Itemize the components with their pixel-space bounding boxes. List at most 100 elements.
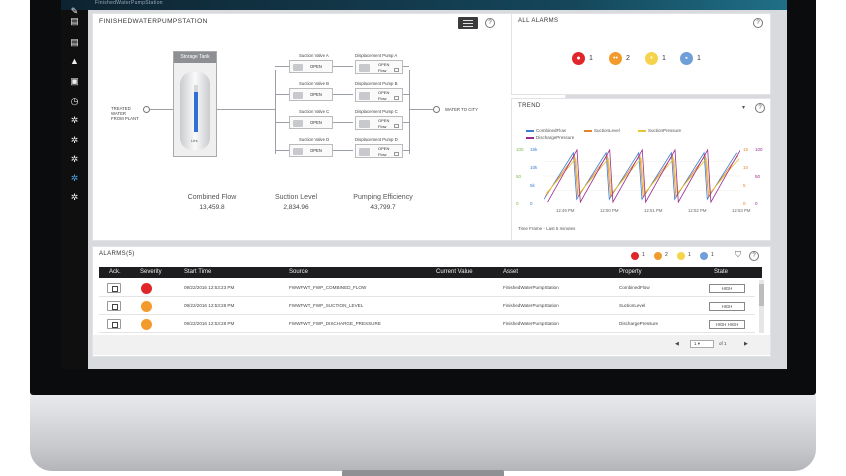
kpi-pumping-efficiency: Pumping Efficiency 43,799.7	[353, 194, 413, 211]
cell-asset: FinishedWaterPumpStation	[503, 321, 559, 326]
outlet-label: WATER TO CITY	[445, 107, 479, 112]
station-menu-button[interactable]	[458, 17, 478, 29]
help-icon[interactable]: ?	[485, 18, 495, 28]
alarm-medium-count: 1	[662, 55, 666, 62]
pager-total: of 1	[719, 341, 727, 346]
gear-icon-active[interactable]: ✲	[68, 173, 81, 184]
pump-icon	[359, 148, 370, 156]
alarm-high-icon[interactable]: ••	[609, 52, 622, 65]
help-icon[interactable]: ?	[755, 103, 765, 113]
pump-label: Displacement Pump A	[355, 53, 398, 58]
inlet-node	[143, 106, 150, 113]
gear-icon[interactable]: ✲	[68, 115, 81, 126]
severity-icon	[141, 319, 152, 330]
valve-icon	[293, 120, 303, 127]
cell-state: HIGH	[709, 284, 745, 293]
valve-icon	[293, 148, 303, 155]
all-alarms-panel: ALL ALARMS ? ● 1 •• 2 • 1 ▪ 1	[511, 13, 771, 95]
displacement-pump[interactable]: OPEN Flow	[355, 144, 403, 158]
alarm-critical-icon[interactable]	[631, 252, 639, 260]
cell-state: HIGH HIGH	[709, 320, 745, 329]
suction-valve[interactable]: OPEN	[289, 144, 333, 157]
station-title: FINISHEDWATERPUMPSTATION	[99, 18, 208, 25]
server-icon[interactable]: ▤	[68, 37, 81, 48]
y-tick-right: 0	[743, 201, 746, 206]
col-ack[interactable]: Ack.	[109, 269, 121, 275]
alarm-medium-icon[interactable]	[677, 252, 685, 260]
y-tick-left: 0	[516, 201, 519, 206]
displacement-pump[interactable]: OPEN Flow	[355, 60, 403, 74]
monitor-mockup: FinishedWaterPumpStation ✎ ▤ ▤ ▲ ▣ ◷ ✲ ✲…	[0, 0, 846, 476]
trend-panel: TREND ▾ ? CombinedFlow SuctionLevel Suct…	[511, 98, 771, 241]
col-start-time[interactable]: Start Time	[184, 269, 211, 275]
x-tick: 12:50 PM	[600, 208, 619, 213]
monitor-chin	[30, 395, 816, 471]
y-tick-left-2: 10k	[530, 165, 538, 170]
help-icon[interactable]: ?	[753, 18, 763, 28]
alarm-critical-icon[interactable]: ●	[572, 52, 585, 65]
alarm-low-icon[interactable]: ▪	[680, 52, 693, 65]
app-screen: FinishedWaterPumpStation ✎ ▤ ▤ ▲ ▣ ◷ ✲ ✲…	[61, 0, 787, 369]
y-tick-left-2: 0	[530, 201, 533, 206]
col-severity[interactable]: Severity	[140, 269, 162, 275]
pump-label: Displacement Pump C	[355, 109, 398, 114]
ack-checkbox[interactable]	[107, 283, 121, 293]
cell-asset: FinishedWaterPumpStation	[503, 285, 559, 290]
table-row[interactable]: 09/22/2016 12:53:28 PM FWWFWT_FWP_DISCHA…	[99, 316, 755, 333]
gear-icon[interactable]: ✲	[68, 192, 81, 203]
gear-icon[interactable]: ✲	[68, 135, 81, 146]
suction-valve[interactable]: OPEN	[289, 116, 333, 129]
displacement-pump[interactable]: OPEN Flow	[355, 116, 403, 130]
severity-icon	[141, 283, 152, 294]
kpi-suction-level: Suction Level 2,834.96	[274, 194, 318, 211]
y-tick-right-2: 100	[755, 147, 763, 152]
suction-valve[interactable]: OPEN	[289, 60, 333, 73]
pager-page-select[interactable]: 1 ▾	[690, 340, 714, 348]
valve-label: Suction Valve D	[299, 137, 330, 142]
pager-next[interactable]: ▶	[744, 341, 748, 347]
alarm-high-icon[interactable]	[654, 252, 662, 260]
pager-prev[interactable]: ◀	[675, 341, 679, 347]
cell-state: HIGH	[709, 302, 745, 311]
help-icon[interactable]: ?	[749, 251, 759, 261]
col-asset[interactable]: Asset	[503, 269, 518, 275]
image-icon[interactable]: ▣	[68, 76, 81, 87]
cell-start-time: 09/22/2016 12:53:28 PM	[184, 303, 235, 308]
cell-source: FWWFWT_FWP_SUCTION_LEVEL	[289, 303, 364, 308]
y-tick-right: 15	[743, 147, 749, 152]
valve-icon	[293, 92, 303, 99]
tank-level-bar	[194, 92, 198, 132]
table-row[interactable]: 09/22/2016 12:53:23 PM FWWFWT_FWP_COMBIN…	[99, 280, 755, 297]
suction-valve[interactable]: OPEN	[289, 88, 333, 101]
alarms-panel: ALARMS(5) 1 2 1 1 ⛉ ? Ack. Severity Star…	[92, 246, 771, 357]
trend-title: TREND	[518, 103, 541, 109]
chevron-down-icon[interactable]: ▾	[742, 104, 745, 111]
cell-property: DischargePressure	[619, 321, 659, 326]
col-property[interactable]: Property	[619, 269, 642, 275]
cell-start-time: 09/22/2016 12:53:23 PM	[184, 285, 235, 290]
clock-icon[interactable]: ◷	[68, 96, 81, 107]
server-icon[interactable]: ▤	[68, 16, 81, 27]
ack-checkbox[interactable]	[107, 301, 121, 311]
col-state[interactable]: State	[714, 269, 728, 275]
col-current-value[interactable]: Current Value	[436, 269, 473, 275]
gear-icon[interactable]: ✲	[68, 154, 81, 165]
valve-icon	[293, 64, 303, 71]
alert-icon[interactable]: ▲	[68, 56, 81, 67]
tank-level-unit: Ltrs	[191, 138, 198, 143]
alarm-high-count: 2	[626, 55, 630, 62]
displacement-pump[interactable]: OPEN Flow	[355, 88, 403, 102]
table-row[interactable]: 09/22/2016 12:53:28 PM FWWFWT_FWP_SUCTIO…	[99, 298, 755, 315]
storage-tank: Storage Tank Ltrs	[173, 51, 217, 157]
alarm-medium-icon[interactable]: •	[645, 52, 658, 65]
y-tick-right: 10	[743, 165, 749, 170]
col-source[interactable]: Source	[289, 269, 308, 275]
filter-icon[interactable]: ⛉	[735, 250, 741, 260]
table-scrollbar[interactable]	[759, 280, 764, 333]
tank-label: Storage Tank	[174, 52, 216, 63]
inlet-label: TREATED WATER FROM PLANT	[111, 106, 139, 121]
y-tick-left-2: 15k	[530, 147, 538, 152]
pump-icon	[359, 92, 370, 100]
alarm-low-icon[interactable]	[700, 252, 708, 260]
ack-checkbox[interactable]	[107, 319, 121, 329]
